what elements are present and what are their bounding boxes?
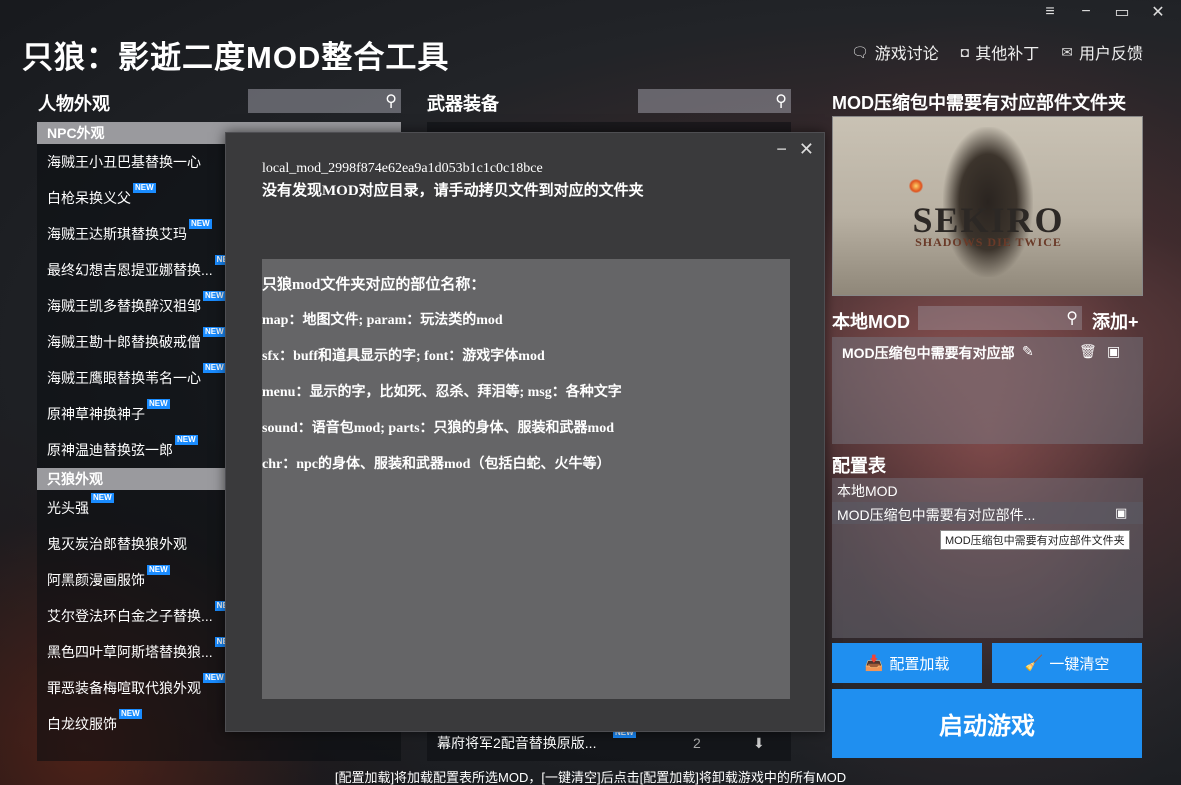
item-name: 最终幻想吉恩提亚娜替换... xyxy=(47,262,213,278)
config-group-header: 本地MOD xyxy=(837,483,898,499)
item-name: 海贼王凯多替换醉汉祖邹 xyxy=(47,298,201,314)
item-name: 海贼王勘十郎替换破戒僧 xyxy=(47,334,201,350)
minimize-icon[interactable]: − xyxy=(1075,2,1097,22)
local-mod-item[interactable]: MOD压缩包中需要有对应部 xyxy=(842,343,1015,363)
weapon-section-title: 武器装备 xyxy=(427,94,499,114)
item-name: 黑色四叶草阿斯塔替换狼... xyxy=(47,644,213,660)
local-mod-list: MOD压缩包中需要有对应部 ✎ 🗑 ▣ xyxy=(832,337,1143,444)
item-name: 白龙纹服饰 xyxy=(47,716,117,732)
item-name: 罪恶装备梅喧取代狼外观 xyxy=(47,680,201,696)
character-search: ⚲ xyxy=(203,89,401,113)
search-icon[interactable]: ⚲ xyxy=(1066,308,1078,328)
item-name: 海贼王小丑巴基替换一心 xyxy=(47,154,201,170)
dialog-info-line: chr：npc的身体、服装和武器mod（包括白蛇、火牛等） xyxy=(262,457,611,472)
item-name: 原神温迪替换弦一郎 xyxy=(47,442,173,458)
search-icon[interactable]: ⚲ xyxy=(775,91,787,111)
game-poster: SEKIRO SHADOWS DIE TWICE xyxy=(832,116,1143,296)
delete-icon[interactable]: 🗑 xyxy=(1079,343,1097,360)
dialog-message: 没有发现MOD对应目录，请手动拷贝文件到对应的文件夹 xyxy=(262,183,644,199)
edit-icon[interactable]: ✎ xyxy=(1022,343,1034,360)
top-link-discussion[interactable]: 🗨 游戏讨论 xyxy=(851,40,939,64)
dialog-info-line: sfx：buff和道具显示的字; font：游戏字体mod xyxy=(262,349,545,364)
dialog-info-line: menu：显示的字，比如死、忍杀、拜泪等; msg：各种文字 xyxy=(262,385,622,400)
character-search-input[interactable] xyxy=(203,89,386,113)
new-badge: NEW xyxy=(189,219,212,229)
dialog-close-icon[interactable]: ✕ xyxy=(799,139,814,160)
new-badge: NEW xyxy=(147,565,170,575)
close-icon[interactable]: ✕ xyxy=(1147,2,1169,22)
config-row[interactable]: MOD压缩包中需要有对应部件... ▣ xyxy=(832,502,1143,524)
new-badge: NEW xyxy=(133,183,156,193)
item-name: 海贼王鹰眼替换苇名一心 xyxy=(47,370,201,386)
new-badge: NEW xyxy=(203,327,226,337)
clear-all-button[interactable]: 🧹 一键清空 xyxy=(992,643,1142,683)
bottom-hint: [配置加载]将加载配置表所选MOD，[一键清空]后点击[配置加载]将卸载游戏中的… xyxy=(334,770,847,785)
item-name: 白枪呆换义父 xyxy=(47,190,131,206)
config-item-label: MOD压缩包中需要有对应部件... xyxy=(837,507,1036,523)
item-name: 艾尔登法环白金之子替换... xyxy=(47,608,213,624)
item-name: 幕府将军2配音替换原版... xyxy=(437,735,597,751)
window-controls: ≡ − ▭ ✕ xyxy=(1039,2,1169,22)
new-badge: NEW xyxy=(203,363,226,373)
new-badge: NEW xyxy=(175,435,198,445)
download-icon[interactable]: ⬇ xyxy=(753,735,765,752)
top-link-feedback[interactable]: ✉ 用户反馈 xyxy=(1061,40,1143,64)
config-load-label: 配置加载 xyxy=(889,655,950,673)
config-load-button[interactable]: 📥 配置加载 xyxy=(832,643,982,683)
character-section-title: 人物外观 xyxy=(38,94,110,114)
top-link-label: 用户反馈 xyxy=(1078,46,1143,63)
tooltip: MOD压缩包中需要有对应部件文件夹 xyxy=(940,530,1130,550)
start-game-button[interactable]: 启动游戏 xyxy=(832,689,1142,758)
item-name: 阿黑颜漫画服饰 xyxy=(47,572,145,588)
dialog-info-box: 只狼mod文件夹对应的部位名称： map：地图文件; param：玩法类的mod s… xyxy=(262,259,790,699)
maximize-icon[interactable]: ▭ xyxy=(1111,2,1133,22)
poster-spark xyxy=(909,179,923,193)
item-name: 海贼王达斯琪替换艾玛 xyxy=(47,226,187,242)
chat-icon: 🗨 xyxy=(850,43,869,60)
broom-icon: 🧹 xyxy=(1024,655,1044,672)
new-badge: NEW xyxy=(119,709,142,719)
app-title: 只狼：影逝二度MOD整合工具 xyxy=(22,40,450,75)
top-link-label: 游戏讨论 xyxy=(874,46,939,63)
item-size: 2 xyxy=(693,735,701,751)
item-name: 光头强 xyxy=(47,500,89,516)
start-game-label: 启动游戏 xyxy=(939,713,1035,740)
weapon-search: ⚲ xyxy=(593,89,791,113)
config-table: 本地MOD MOD压缩包中需要有对应部件... ▣ xyxy=(832,478,1143,638)
dialog-minimize-icon[interactable]: − xyxy=(776,139,787,160)
notice-dialog: − ✕ local_mod_2998f874e62ea9a1d053b1c1c0… xyxy=(225,132,825,732)
dialog-mod-id: local_mod_2998f874e62ea9a1d053b1c1c0c18b… xyxy=(262,161,543,176)
menu-icon[interactable]: ≡ xyxy=(1039,2,1061,22)
mail-icon: ✉ xyxy=(1061,43,1073,60)
new-badge: NEW xyxy=(147,399,170,409)
new-badge: NEW xyxy=(91,493,114,503)
local-mod-search-input[interactable] xyxy=(884,306,1067,330)
add-mod-button[interactable]: 添加+ xyxy=(1092,308,1139,334)
item-name: 原神草神换神子 xyxy=(47,406,145,422)
top-link-patches[interactable]: ◘ 其他补丁 xyxy=(961,40,1039,64)
select-icon[interactable]: ▣ xyxy=(1115,505,1127,521)
weapon-search-input[interactable] xyxy=(593,89,776,113)
clear-all-label: 一键清空 xyxy=(1049,655,1110,673)
chip-icon: ◘ xyxy=(960,44,970,60)
select-icon[interactable]: ▣ xyxy=(1107,343,1120,360)
top-link-label: 其他补丁 xyxy=(975,46,1040,63)
new-badge: NEW xyxy=(203,673,226,683)
item-name: 鬼灭炭治郎替换狼外观 xyxy=(47,536,187,552)
dialog-info-line: map：地图文件; param：玩法类的mod xyxy=(262,313,503,328)
search-icon[interactable]: ⚲ xyxy=(385,91,397,111)
dialog-controls: − ✕ xyxy=(776,139,814,160)
inbox-icon: 📥 xyxy=(864,655,884,672)
config-table-title: 配置表 xyxy=(832,456,886,476)
dialog-info-line: 只狼mod文件夹对应的部位名称： xyxy=(262,277,486,293)
poster-subtitle: SHADOWS DIE TWICE xyxy=(915,235,1062,249)
local-mod-search: ⚲ xyxy=(884,306,1082,330)
new-badge: NEW xyxy=(203,291,226,301)
right-panel-title: MOD压缩包中需要有对应部件文件夹 xyxy=(832,93,1126,113)
top-links: 🗨 游戏讨论 ◘ 其他补丁 ✉ 用户反馈 xyxy=(851,40,1143,64)
dialog-info-line: sound：语音包mod; parts：只狼的身体、服装和武器mod xyxy=(262,421,614,436)
